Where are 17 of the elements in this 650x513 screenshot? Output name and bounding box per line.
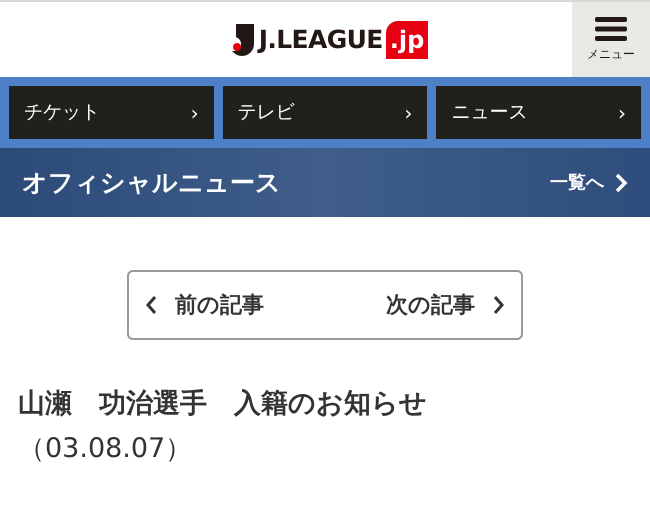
prev-link[interactable]: 前の記事 [145,288,264,322]
menu-button[interactable]: メニュー [572,2,650,77]
nav-tile[interactable]: チケット › [9,86,214,139]
next-link[interactable]: 次の記事 [386,288,505,322]
chevron-left-icon [145,295,157,315]
article-date: （03.08.07） [18,432,194,466]
site-logo[interactable]: J.LEAGUE .jp [222,20,428,58]
nav-tile[interactable]: テレビ › [222,86,428,139]
menu-icon [595,16,627,40]
chevron-right-icon [614,172,628,194]
section-title: オフィシャルニュース [22,166,281,199]
nav-tile[interactable]: ニュース › [436,86,642,139]
logo-wordmark: J.LEAGUE [258,24,383,56]
chevron-right-icon [493,295,505,315]
logo-suffix: .jp [386,20,428,58]
list-link[interactable]: 一覧へ [550,169,628,196]
article-title: 山瀬 功治選手 入籍のお知らせ [18,387,428,421]
